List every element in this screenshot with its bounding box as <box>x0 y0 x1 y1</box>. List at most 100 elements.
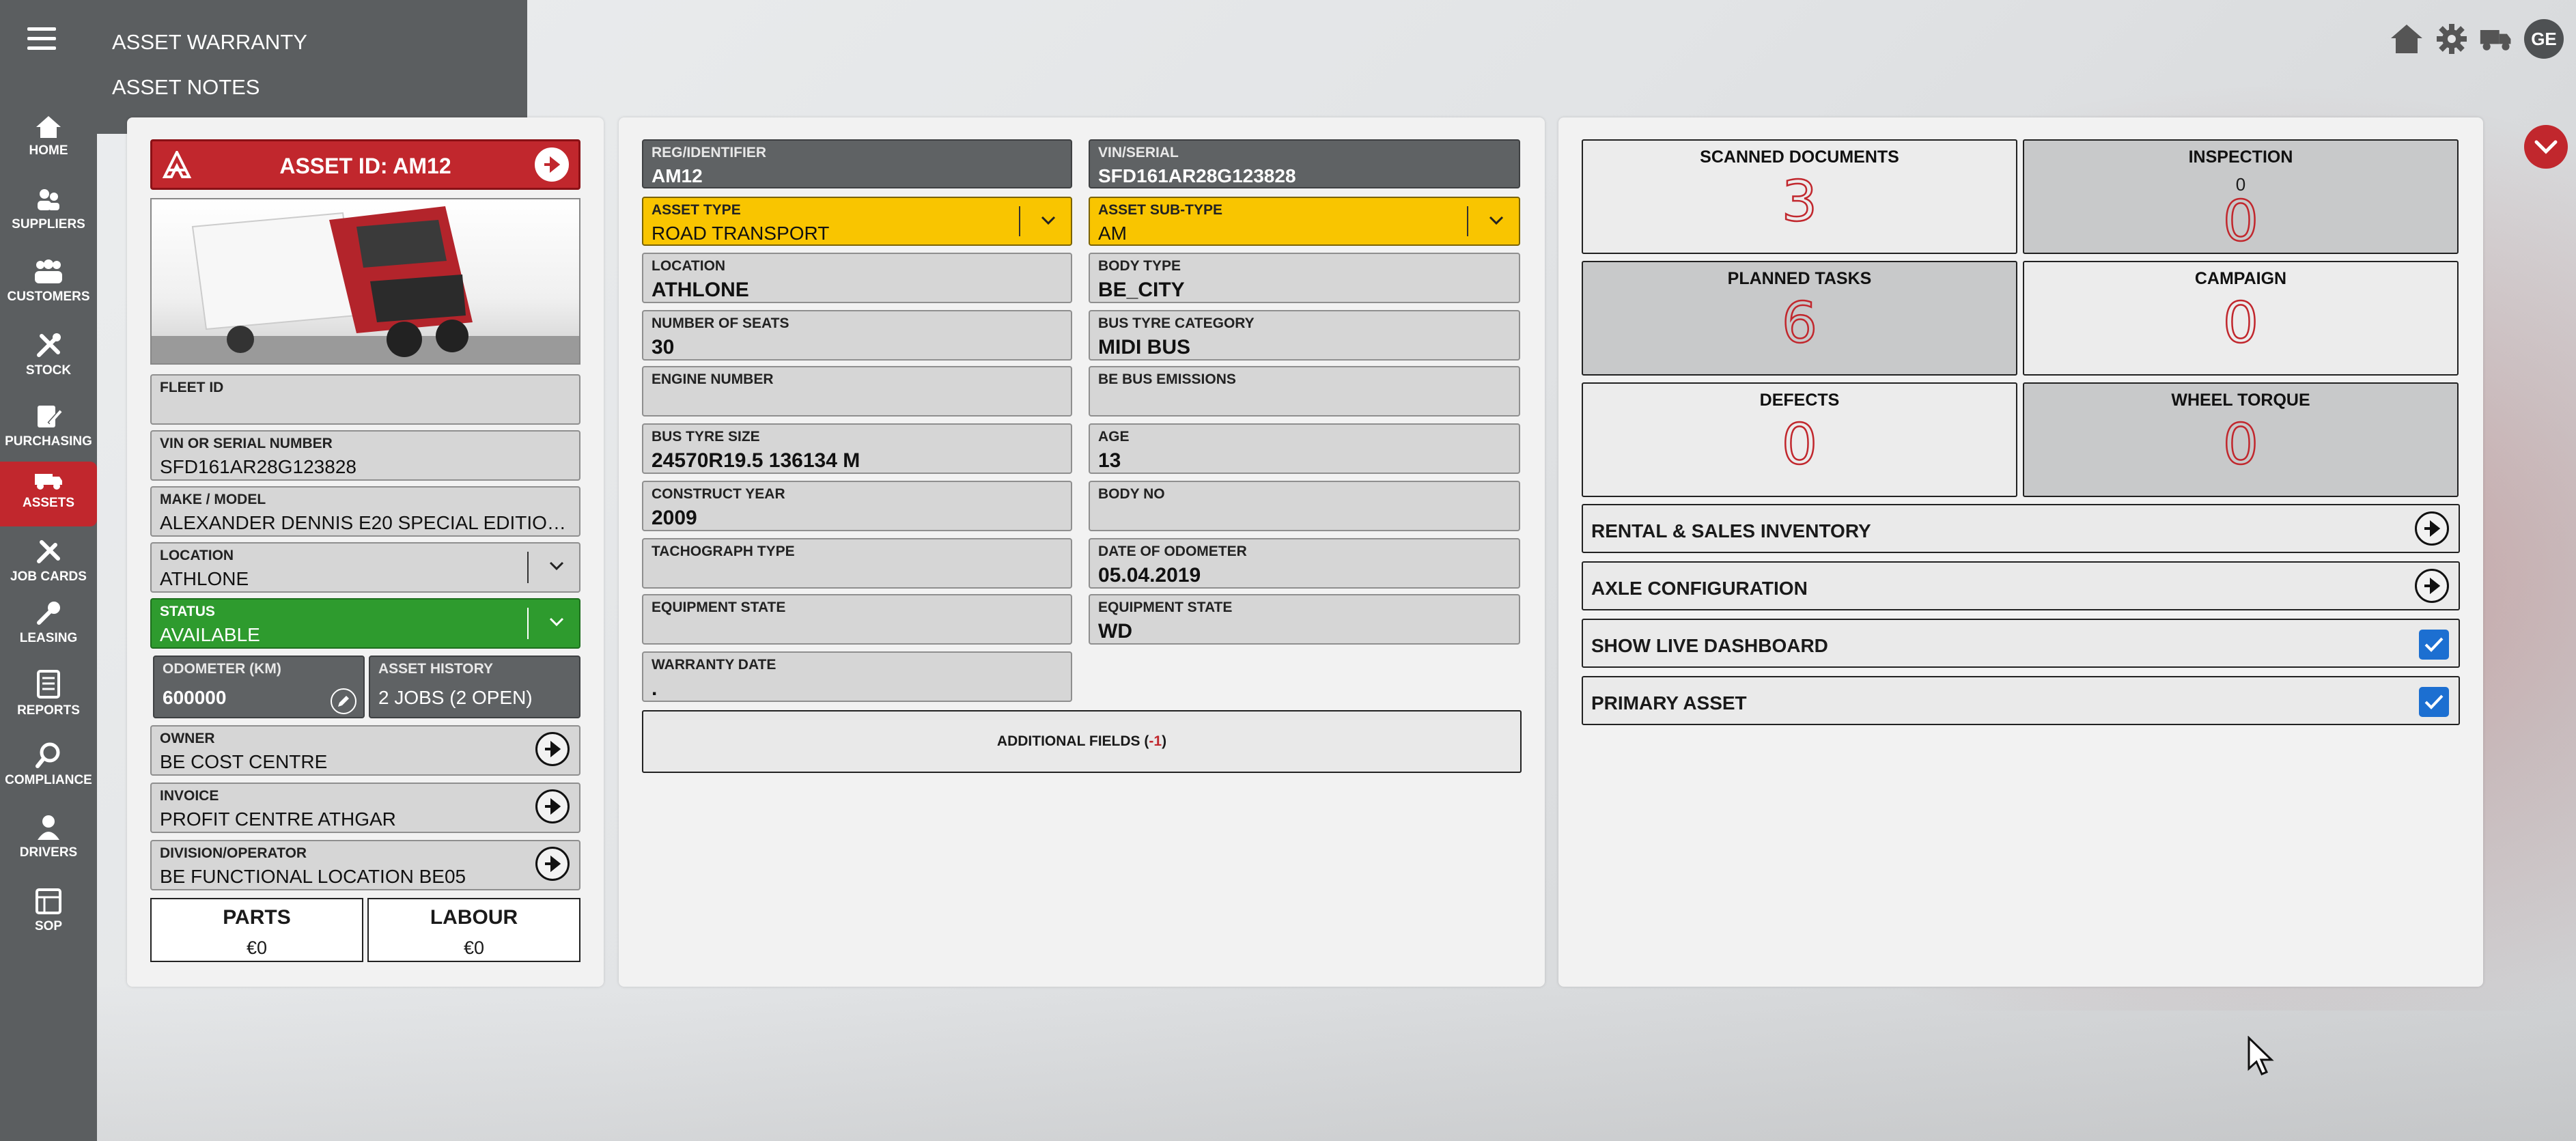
sidebar-item-job-cards[interactable]: JOB CARDS <box>0 538 97 584</box>
asset-type-select[interactable]: ASSET TYPE ROAD TRANSPORT <box>642 197 1072 246</box>
bus-tyre-size-field[interactable]: BUS TYRE SIZE 24570R19.5 136134 M <box>642 423 1072 474</box>
sidebar-item-label: JOB CARDS <box>10 569 87 584</box>
svg-text:0: 0 <box>2223 298 2258 348</box>
odometer-field[interactable]: ODOMETER (KM) 600000 <box>153 656 365 718</box>
asset-id-go-button[interactable] <box>535 147 569 182</box>
fleet-id-field[interactable]: FLEET ID <box>150 374 580 425</box>
chevron-down-icon <box>549 561 564 571</box>
truck-gear-icon[interactable] <box>2479 21 2515 57</box>
location-field[interactable]: LOCATION ATHLONE <box>642 253 1072 303</box>
edit-odometer-button[interactable] <box>331 688 356 714</box>
menu-item-asset-notes[interactable]: ASSET NOTES <box>112 75 260 100</box>
sidebar-item-label: HOME <box>29 143 68 158</box>
suppliers-icon <box>38 189 59 210</box>
sidebar-item-drivers[interactable]: DRIVERS <box>0 814 97 860</box>
sidebar-item-sop[interactable]: SOP <box>0 888 97 934</box>
rental-sales-go-button[interactable] <box>2415 511 2449 546</box>
sidebar-item-assets[interactable]: ASSETS <box>0 462 97 526</box>
date-of-odometer-field[interactable]: DATE OF ODOMETER 05.04.2019 <box>1089 538 1520 589</box>
background-ground <box>96 984 2576 1141</box>
campaign-count-glyph: 0 <box>2222 298 2260 348</box>
division-go-button[interactable] <box>535 847 570 881</box>
parts-cost-box[interactable]: PARTS €0 <box>150 898 363 962</box>
location-select[interactable]: LOCATION ATHLONE <box>150 542 580 593</box>
asset-actions-panel: SCANNED DOCUMENTS 3 INSPECTION 0 0 PLANN… <box>1558 117 2483 987</box>
truck-icon <box>35 474 62 490</box>
labour-cost-box[interactable]: LABOUR €0 <box>367 898 580 962</box>
tile-planned-tasks[interactable]: PLANNED TASKS 6 <box>1582 261 2017 376</box>
owner-go-button[interactable] <box>535 732 570 766</box>
invoice-go-button[interactable] <box>535 789 570 823</box>
reg-identifier-field[interactable]: REG/IDENTIFIER AM12 <box>642 139 1072 188</box>
user-avatar[interactable]: GE <box>2524 19 2564 59</box>
tile-defects[interactable]: DEFECTS 0 <box>1582 382 2017 497</box>
asset-details-panel: REG/IDENTIFIER AM12 VIN/SERIAL SFD161AR2… <box>619 117 1545 987</box>
tachograph-type-field[interactable]: TACHOGRAPH TYPE <box>642 538 1072 589</box>
show-live-dashboard-checkbox[interactable] <box>2419 630 2449 660</box>
pencil-icon <box>338 696 349 707</box>
compliance-icon <box>36 742 60 768</box>
home-icon <box>36 116 61 138</box>
primary-asset-checkbox[interactable] <box>2419 687 2449 717</box>
bus-emissions-field[interactable]: BE BUS EMISSIONS <box>1089 366 1520 417</box>
tile-wheel-torque[interactable]: WHEEL TORQUE 0 <box>2023 382 2459 497</box>
chevron-down-icon <box>1041 216 1056 225</box>
sop-icon <box>36 888 61 914</box>
additional-fields-count: -1 <box>1149 733 1162 749</box>
menu-item-asset-warranty[interactable]: ASSET WARRANTY <box>112 30 307 55</box>
sidebar-item-purchasing[interactable]: PURCHASING <box>0 403 97 449</box>
axle-configuration-go-button[interactable] <box>2415 569 2449 603</box>
hamburger-menu-icon[interactable] <box>27 27 56 51</box>
wheel-torque-count-glyph: 0 <box>2222 420 2260 469</box>
construct-year-field[interactable]: CONSTRUCT YEAR 2009 <box>642 481 1072 531</box>
bus-tyre-category-field[interactable]: BUS TYRE CATEGORY MIDI BUS <box>1089 310 1520 361</box>
defects-count-glyph: 0 <box>1781 420 1819 469</box>
vin-field[interactable]: VIN OR SERIAL NUMBER SFD161AR28G123828 <box>150 430 580 481</box>
checkmark-icon <box>2424 637 2444 652</box>
equipment-state-field-1[interactable]: EQUIPMENT STATE <box>642 594 1072 645</box>
sidebar-item-compliance[interactable]: COMPLIANCE <box>0 742 97 788</box>
tile-campaign[interactable]: CAMPAIGN 0 <box>2023 261 2459 376</box>
equipment-state-field-2[interactable]: EQUIPMENT STATE WD <box>1089 594 1520 645</box>
body-no-field[interactable]: BODY NO <box>1089 481 1520 531</box>
reports-icon <box>37 670 60 699</box>
warranty-date-field[interactable]: WARRANTY DATE . <box>642 651 1072 702</box>
status-select[interactable]: STATUS AVAILABLE <box>150 598 580 649</box>
asset-photo <box>150 198 580 365</box>
sidebar-item-reports[interactable]: REPORTS <box>0 669 97 718</box>
tile-inspection[interactable]: INSPECTION 0 0 <box>2023 139 2459 254</box>
sidebar-item-label: CUSTOMERS <box>7 290 90 304</box>
show-live-dashboard-row: SHOW LIVE DASHBOARD <box>1582 619 2460 668</box>
sidebar-item-suppliers[interactable]: SUPPLIERS <box>0 186 97 232</box>
arrow-right-icon <box>545 741 561 757</box>
sidebar-item-label: LEASING <box>19 631 78 645</box>
make-model-field[interactable]: MAKE / MODEL ALEXANDER DENNIS E20 SPECIA… <box>150 486 580 537</box>
sidebar-item-label: PURCHASING <box>5 434 92 449</box>
sidebar-item-stock[interactable]: STOCK <box>0 332 97 378</box>
division-field[interactable]: DIVISION/OPERATOR BE FUNCTIONAL LOCATION… <box>150 840 580 890</box>
sidebar-item-home[interactable]: HOME <box>0 115 97 158</box>
tile-scanned-documents[interactable]: SCANNED DOCUMENTS 3 <box>1582 139 2017 254</box>
sidebar-item-label: SOP <box>34 919 63 933</box>
home-icon[interactable] <box>2389 21 2424 57</box>
gear-icon[interactable] <box>2434 21 2469 57</box>
collapse-toggle-button[interactable] <box>2524 125 2568 169</box>
rental-sales-inventory-row[interactable]: RENTAL & SALES INVENTORY <box>1582 504 2460 553</box>
additional-fields-button[interactable]: ADDITIONAL FIELDS (-1) <box>642 710 1522 773</box>
age-field[interactable]: AGE 13 <box>1089 423 1520 474</box>
sidebar-item-customers[interactable]: CUSTOMERS <box>0 258 97 305</box>
number-of-seats-field[interactable]: NUMBER OF SEATS 30 <box>642 310 1072 361</box>
sidebar-item-label: SUPPLIERS <box>12 217 85 231</box>
sidebar-item-label: REPORTS <box>17 703 80 718</box>
invoice-field[interactable]: INVOICE PROFIT CENTRE ATHGAR <box>150 783 580 833</box>
sidebar-item-leasing[interactable]: LEASING <box>0 600 97 646</box>
vin-serial-field[interactable]: VIN/SERIAL SFD161AR28G123828 <box>1089 139 1520 188</box>
asset-id-label: ASSET ID: AM12 <box>279 154 451 178</box>
asset-subtype-select[interactable]: ASSET SUB-TYPE AM <box>1089 197 1520 246</box>
owner-field[interactable]: OWNER BE COST CENTRE <box>150 725 580 776</box>
axle-configuration-row[interactable]: AXLE CONFIGURATION <box>1582 561 2460 610</box>
checkmark-icon <box>2424 694 2444 709</box>
engine-number-field[interactable]: ENGINE NUMBER <box>642 366 1072 417</box>
body-type-field[interactable]: BODY TYPE BE_CITY <box>1089 253 1520 303</box>
asset-history-field[interactable]: ASSET HISTORY 2 JOBS (2 OPEN) <box>369 656 580 718</box>
